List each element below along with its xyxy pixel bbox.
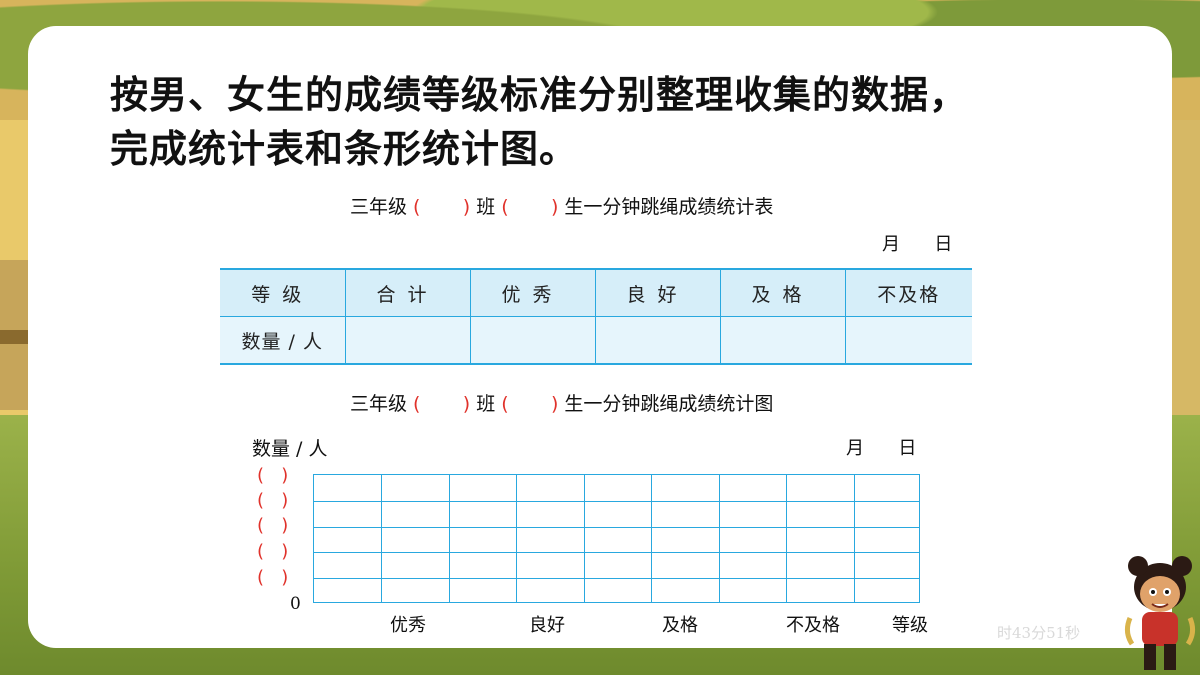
x-tick-label: 及格	[662, 615, 698, 636]
cell-pass[interactable]	[720, 316, 846, 364]
grid-vertical-line	[381, 475, 383, 602]
grid-horizontal-line	[314, 526, 919, 528]
slide-title: 按男、女生的成绩等级标准分别整理收集的数据， 完成统计表和条形统计图。	[110, 68, 1110, 176]
chart-gender-paren-close: )	[550, 393, 565, 415]
grid-vertical-line	[583, 475, 585, 602]
table-date: 月 日	[882, 234, 953, 255]
chart-date: 月 日	[846, 438, 917, 459]
chart-caption-title: 生一分钟跳绳成绩统计图	[564, 393, 774, 415]
header-cell-good: 良好	[595, 269, 721, 317]
mascot-character-icon	[1124, 556, 1196, 670]
title-line-2: 完成统计表和条形统计图。	[110, 127, 579, 171]
header-cell-fail: 不及格	[845, 269, 972, 317]
cell-fail[interactable]	[845, 316, 972, 364]
x-axis-label: 等级	[892, 615, 928, 636]
gender-paren-open: (	[495, 196, 551, 218]
class-paren-open: (	[407, 196, 463, 218]
chart-caption-class: 班	[476, 393, 496, 415]
y-tick-placeholder[interactable]: ( )	[257, 465, 288, 486]
caption-title: 生一分钟跳绳成绩统计表	[564, 196, 774, 218]
header-cell-total: 合计	[345, 269, 471, 317]
x-tick-label: 优秀	[390, 615, 426, 636]
table-row: 数量 / 人	[220, 316, 972, 364]
grid-vertical-line	[853, 475, 855, 602]
chart-caption: 三年级 ( ) 班 ( ) 生一分钟跳绳成绩统计图	[350, 389, 773, 416]
timer-watermark: 时43分51秒	[997, 624, 1081, 642]
cell-excellent[interactable]	[470, 316, 596, 364]
table-header-row: 等级 合计 优秀 良好 及格 不及格	[220, 269, 972, 317]
chart-class-paren-close: )	[462, 393, 477, 415]
x-tick-label: 良好	[529, 615, 565, 636]
cell-total[interactable]	[345, 316, 471, 364]
chart-y-axis-label: 数量 / 人	[252, 438, 328, 460]
stat-table: 等级 合计 优秀 良好 及格 不及格 数量 / 人	[220, 268, 972, 365]
grid-vertical-line	[718, 475, 720, 602]
row-label-count: 数量 / 人	[220, 316, 346, 364]
chart-grid	[313, 474, 920, 603]
title-line-1: 按男、女生的成绩等级标准分别整理收集的数据，	[110, 73, 969, 117]
y-axis-origin: 0	[290, 594, 301, 614]
y-tick-placeholder[interactable]: ( )	[257, 490, 288, 511]
header-cell-grade: 等级	[220, 269, 346, 317]
caption-grade: 三年级	[350, 196, 408, 218]
table-caption: 三年级 ( ) 班 ( ) 生一分钟跳绳成绩统计表	[350, 192, 773, 219]
y-tick-placeholder[interactable]: ( )	[257, 567, 288, 588]
header-cell-excellent: 优秀	[470, 269, 596, 317]
chart-class-paren-open: (	[407, 393, 463, 415]
grid-vertical-line	[786, 475, 788, 602]
class-paren-close: )	[462, 196, 477, 218]
grid-horizontal-line	[314, 552, 919, 554]
header-cell-pass: 及格	[720, 269, 846, 317]
y-tick-placeholder[interactable]: ( )	[257, 541, 288, 562]
cell-good[interactable]	[595, 316, 721, 364]
grid-vertical-line	[448, 475, 450, 602]
caption-class: 班	[476, 196, 496, 218]
chart-gender-paren-open: (	[495, 393, 551, 415]
x-tick-label: 不及格	[786, 615, 840, 636]
chart-caption-grade: 三年级	[350, 393, 408, 415]
y-tick-placeholder[interactable]: ( )	[257, 515, 288, 536]
gender-paren-close: )	[550, 196, 565, 218]
grid-horizontal-line	[314, 578, 919, 580]
grid-horizontal-line	[314, 500, 919, 502]
grid-vertical-line	[651, 475, 653, 602]
grid-vertical-line	[516, 475, 518, 602]
